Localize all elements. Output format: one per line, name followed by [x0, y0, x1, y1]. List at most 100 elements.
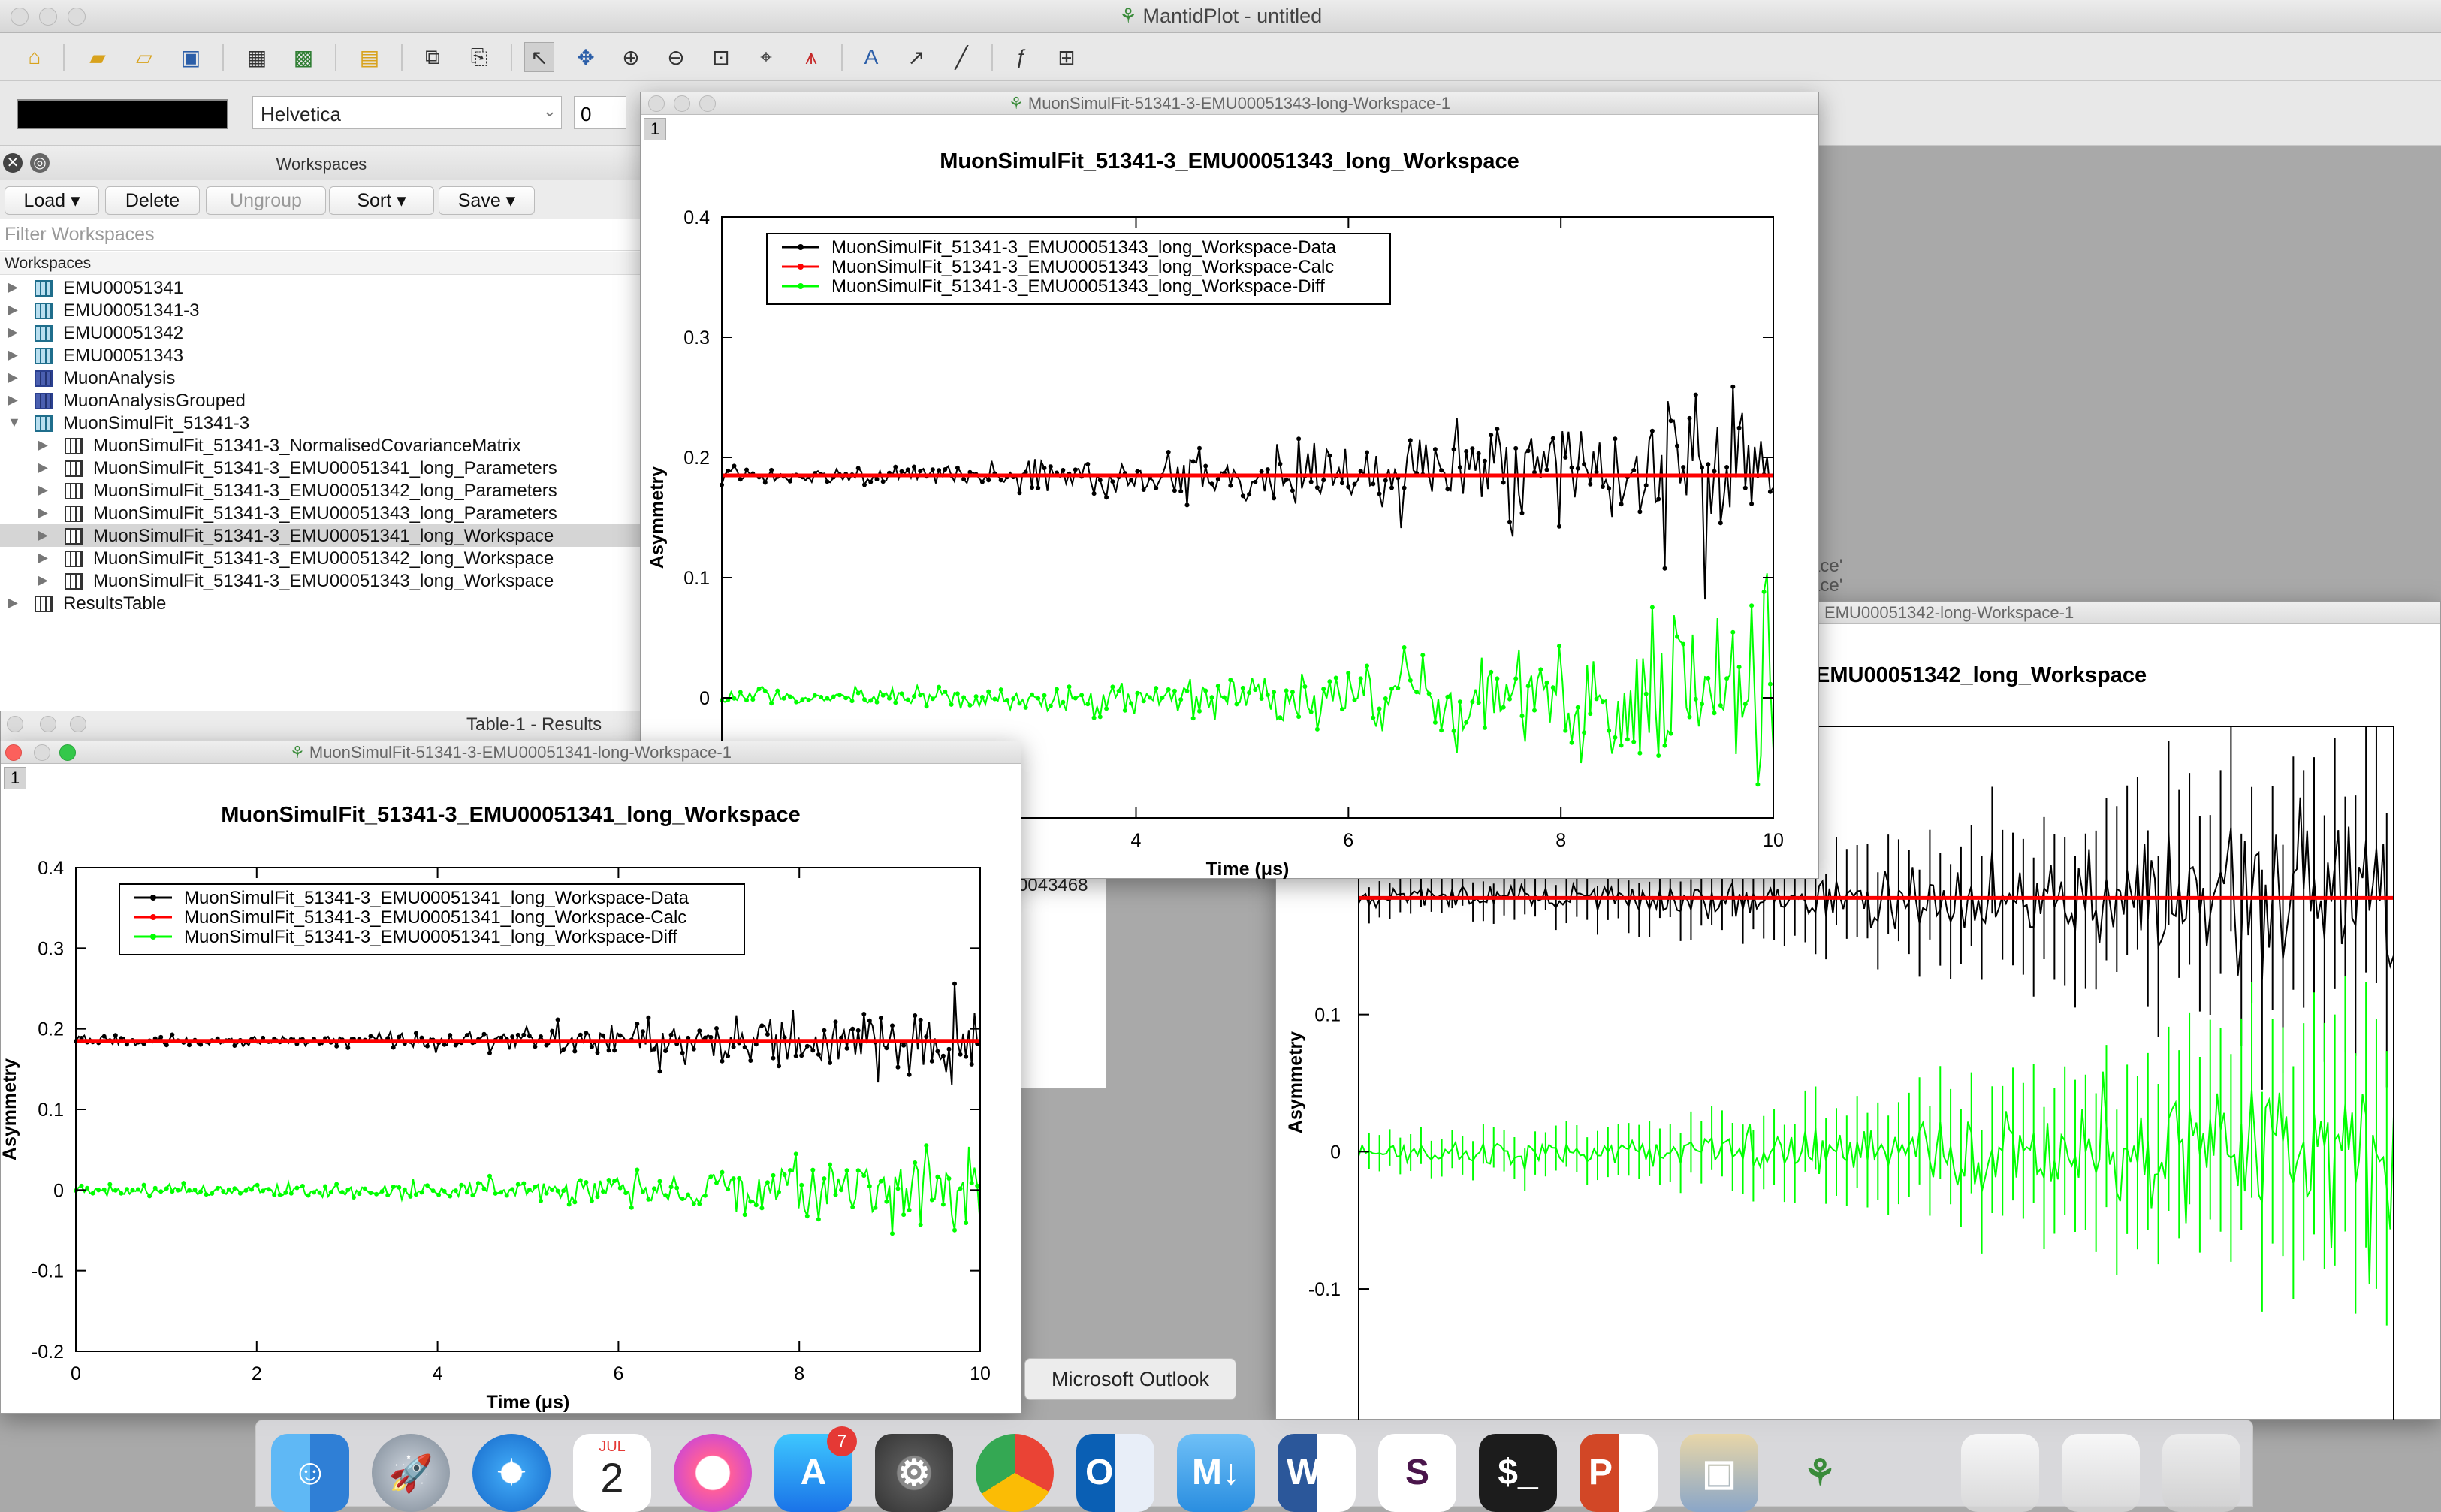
layer-arrange-icon[interactable]: ⊞	[1052, 42, 1082, 72]
documents-icon[interactable]	[2062, 1434, 2140, 1512]
data-point	[640, 1189, 645, 1194]
disclosure-collapsed-icon[interactable]: ▶	[38, 482, 48, 498]
data-point	[572, 1200, 578, 1205]
preview-icon[interactable]: ▣	[1680, 1434, 1758, 1512]
disclosure-collapsed-icon[interactable]: ▶	[38, 460, 48, 475]
workspace-tree-item[interactable]: ▶ MuonAnalysisGrouped	[0, 389, 643, 412]
rescale-icon[interactable]: ⊡	[706, 42, 736, 72]
data-point	[1712, 711, 1717, 716]
add-function-icon[interactable]: ƒ	[1006, 42, 1036, 72]
disclosure-collapsed-icon[interactable]: ▶	[8, 595, 18, 611]
workspace-tree-item[interactable]: ▶ MuonSimulFit_51341-3_NormalisedCovarian…	[0, 434, 643, 457]
workspace-tree-item[interactable]: ▶ MuonSimulFit_51341-3_EMU00051342_long_W…	[0, 547, 643, 569]
powerpoint-icon[interactable]: P	[1580, 1434, 1658, 1512]
color-picker[interactable]	[17, 99, 228, 129]
font-selector[interactable]: Helvetica ⌄	[252, 96, 562, 129]
graph-window-emu00051341[interactable]: ⚘ MuonSimulFit-51341-3-EMU00051341-long-…	[0, 741, 1021, 1414]
data-point	[771, 1055, 776, 1061]
workspace-tree-item[interactable]: ▶ MuonAnalysis	[0, 367, 643, 389]
peak-picker-icon[interactable]: ⩚	[796, 42, 826, 72]
zoom-window-button[interactable]	[70, 716, 86, 732]
data-reader-icon[interactable]: ⌖	[751, 42, 781, 72]
copy-icon[interactable]: ⧉	[418, 42, 448, 72]
data-point	[1321, 478, 1326, 483]
markdown-icon[interactable]: M↓	[1177, 1434, 1255, 1512]
data-point	[913, 1013, 918, 1018]
mantid-icon: ⚘	[1118, 5, 1138, 27]
disclosure-collapsed-icon[interactable]: ▶	[38, 505, 48, 521]
data-point	[113, 1188, 118, 1193]
load-button[interactable]: Load ▾	[5, 186, 99, 215]
disclosure-collapsed-icon[interactable]: ▶	[8, 347, 18, 363]
disclosure-expanded-icon[interactable]: ▼	[8, 415, 21, 430]
workspace-tree-item[interactable]: ▶ MuonSimulFit_51341-3_EMU00051341_long_P…	[0, 457, 643, 479]
disclosure-collapsed-icon[interactable]: ▶	[8, 302, 18, 318]
pan-icon[interactable]: ✥	[571, 42, 601, 72]
new-folder-icon[interactable]: ▰	[83, 42, 113, 72]
data-point	[880, 479, 886, 484]
open-file-icon[interactable]: ▱	[129, 42, 159, 72]
ungroup-button[interactable]: Ungroup	[206, 186, 326, 215]
word-icon[interactable]: W	[1278, 1434, 1356, 1512]
workspace-tree-item[interactable]: ▶ MuonSimulFit_51341-3_EMU00051343_long_P…	[0, 502, 643, 524]
disclosure-collapsed-icon[interactable]: ▶	[38, 572, 48, 588]
finder-icon[interactable]: ☺	[271, 1434, 349, 1512]
draw-arrow-icon[interactable]: ↗	[901, 42, 931, 72]
data-point	[1178, 697, 1184, 702]
minimize-window-button[interactable]	[40, 716, 56, 732]
pointer-icon[interactable]: ↖	[524, 42, 554, 72]
slack-icon[interactable]: S	[1378, 1434, 1456, 1512]
new-matrix-icon[interactable]: ▩	[288, 42, 318, 72]
workspace-icon	[35, 348, 53, 364]
launchpad-icon[interactable]: 🚀	[372, 1434, 450, 1512]
save-button[interactable]: Save ▾	[439, 186, 535, 215]
disclosure-collapsed-icon[interactable]: ▶	[38, 437, 48, 453]
disclosure-collapsed-icon[interactable]: ▶	[8, 279, 18, 295]
itunes-icon[interactable]: ♫	[674, 1434, 752, 1512]
data-point	[855, 466, 861, 471]
workspace-tree-item[interactable]: ▶ EMU00051342	[0, 321, 643, 344]
workspace-tree-item[interactable]: ▶ EMU00051343	[0, 344, 643, 367]
font-size-field[interactable]: 0	[574, 96, 626, 129]
save-icon[interactable]: ▣	[176, 42, 206, 72]
data-point	[379, 1189, 385, 1194]
open-project-icon[interactable]: ⌂	[20, 42, 50, 72]
workspace-tree-item[interactable]: ▶ MuonSimulFit_51341-3_EMU00051341_long_W…	[0, 524, 643, 547]
workspace-tree-item[interactable]: ▶ ResultsTable	[0, 592, 643, 614]
delete-button[interactable]: Delete	[105, 186, 200, 215]
graph-1341-plot[interactable]: 0.4 0.3 0.2 0.1 0 -0.1 -0.2 0 2 4 6 8 10 Time (μs) Asy…	[1, 741, 1022, 1414]
safari-icon[interactable]: ✦	[472, 1434, 551, 1512]
disclosure-collapsed-icon[interactable]: ▶	[8, 392, 18, 408]
new-graph-icon[interactable]: ▤	[355, 42, 385, 72]
workspace-tree-item[interactable]: ▶ EMU00051341	[0, 276, 643, 299]
add-text-icon[interactable]: A	[856, 42, 886, 72]
draw-line-icon[interactable]: ╱	[946, 42, 976, 72]
disclosure-collapsed-icon[interactable]: ▶	[8, 370, 18, 385]
zoom-out-icon[interactable]: ⊖	[661, 42, 691, 72]
appstore-icon[interactable]: A7	[774, 1426, 857, 1512]
disclosure-collapsed-icon[interactable]: ▶	[8, 324, 18, 340]
close-window-button[interactable]	[7, 716, 23, 732]
paste-icon[interactable]: ⎘	[464, 42, 494, 72]
sort-button[interactable]: Sort ▾	[329, 186, 434, 215]
data-point	[867, 1184, 872, 1189]
workspace-tree-item[interactable]: ▶ MuonSimulFit_51341-3_EMU00051342_long_P…	[0, 479, 643, 502]
disclosure-collapsed-icon[interactable]: ▶	[38, 527, 48, 543]
trash-icon[interactable]	[2162, 1434, 2240, 1512]
workspace-tree-item[interactable]: ▶ EMU00051341-3	[0, 299, 643, 321]
downloads-icon[interactable]	[1961, 1434, 2039, 1512]
data-point	[1116, 688, 1121, 693]
disclosure-collapsed-icon[interactable]: ▶	[38, 550, 48, 566]
calendar-icon[interactable]: JUL 2	[573, 1434, 651, 1512]
data-point	[606, 1178, 611, 1182]
zoom-in-icon[interactable]: ⊕	[616, 42, 646, 72]
settings-icon[interactable]: ⚙	[875, 1434, 953, 1512]
new-table-icon[interactable]: ▦	[242, 42, 272, 72]
mantid-icon[interactable]: ⚘	[1781, 1434, 1859, 1512]
workspace-tree-item[interactable]: ▶ MuonSimulFit_51341-3_EMU00051343_long_W…	[0, 569, 643, 592]
workspace-tree-item[interactable]: ▼ MuonSimulFit_51341-3	[0, 412, 643, 434]
terminal-icon[interactable]: $_	[1479, 1434, 1557, 1512]
chrome-icon[interactable]	[976, 1434, 1054, 1512]
outlook-icon[interactable]: O	[1076, 1434, 1154, 1512]
filter-workspaces-input[interactable]: Filter Workspaces	[0, 219, 643, 251]
